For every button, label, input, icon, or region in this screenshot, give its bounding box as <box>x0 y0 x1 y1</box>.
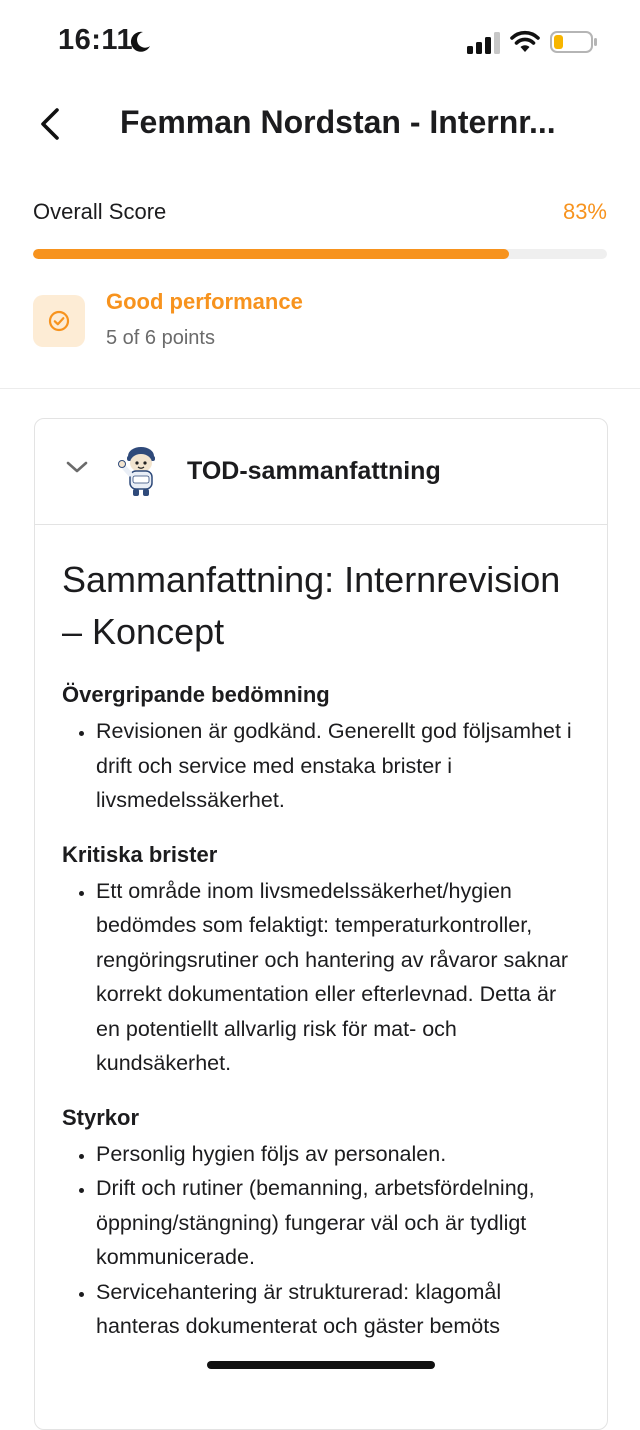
tod-mascot-icon <box>118 447 155 496</box>
list-item: Ett område inom livsmedelssäkerhet/hygie… <box>96 874 582 1081</box>
summary-card-header[interactable]: TOD-sammanfattning <box>35 419 607 525</box>
summary-card-title: TOD-sammanfattning <box>187 457 441 485</box>
section-list-critical: Ett område inom livsmedelssäkerhet/hygie… <box>62 874 582 1081</box>
list-item: Drift och rutiner (bemanning, arbetsförd… <box>96 1171 582 1275</box>
section-divider <box>0 388 640 389</box>
page-title: Femman Nordstan - Internr... <box>120 104 556 140</box>
list-item: Revisionen är godkänd. Generellt god föl… <box>96 714 582 818</box>
summary-card: TOD-sammanfattning Sammanfattning: Inter… <box>34 418 608 1430</box>
overall-score-label: Overall Score <box>33 199 167 224</box>
navigation-bar: Femman Nordstan - Internr... <box>0 90 640 160</box>
overall-score-value: 83% <box>562 199 607 224</box>
chevron-down-icon[interactable] <box>65 459 89 475</box>
section-title-critical: Kritiska brister <box>62 841 218 867</box>
home-indicator[interactable] <box>207 1361 435 1369</box>
section-title-overall: Övergripande bedömning <box>62 682 330 707</box>
moon-icon <box>130 31 150 52</box>
summary-heading: Sammanfattning: Internrevision – Koncept <box>62 559 561 652</box>
cellular-signal-icon <box>467 32 500 54</box>
wifi-icon <box>510 30 540 52</box>
list-item: Personlig hygien följs av personalen. <box>96 1137 582 1172</box>
section-title-strengths: Styrkor <box>62 1104 140 1130</box>
performance-points: 5 of 6 points <box>106 327 215 349</box>
performance-badge <box>33 295 85 347</box>
battery-icon <box>550 31 597 53</box>
status-bar: 16:11 <box>0 0 640 80</box>
chevron-left-icon <box>41 108 59 140</box>
section-list-overall: Revisionen är godkänd. Generellt god föl… <box>62 714 582 818</box>
back-button[interactable] <box>30 104 70 144</box>
check-circle-icon <box>48 310 70 332</box>
score-progress-fill <box>33 249 510 259</box>
section-list-strengths: Personlig hygien följs av personalen. Dr… <box>62 1137 582 1344</box>
summary-content: Sammanfattning: Internrevision – Koncept… <box>62 554 582 1366</box>
status-time: 16:11 <box>58 24 134 56</box>
performance-title: Good performance <box>106 289 303 314</box>
score-progress-bar <box>33 249 607 259</box>
list-item: Servicehantering är strukturerad: klagom… <box>96 1275 582 1344</box>
